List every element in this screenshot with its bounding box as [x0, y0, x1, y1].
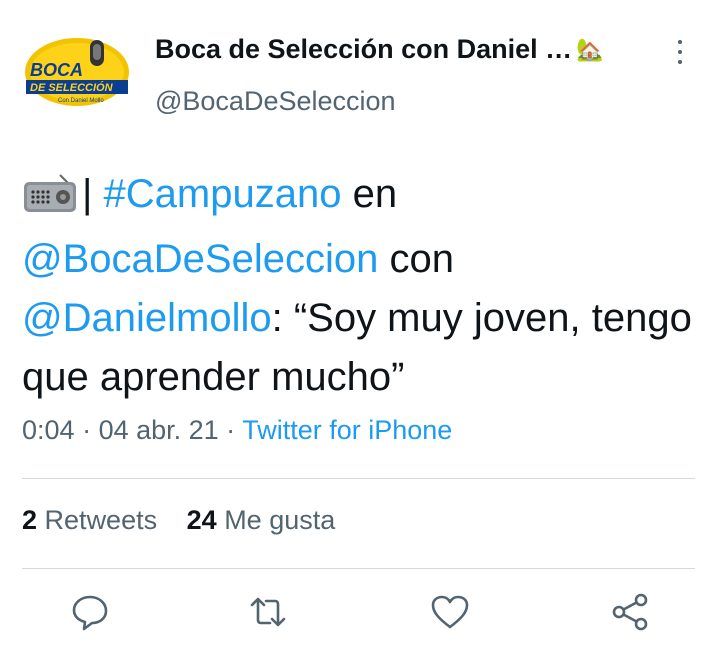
- separator-bar: |: [82, 172, 93, 216]
- share-icon[interactable]: [610, 592, 650, 632]
- display-name[interactable]: Boca de Selección con Daniel … 🏡: [155, 34, 604, 65]
- tweet-stats: 2 Retweets 24 Me gusta: [22, 505, 335, 536]
- tweet-text-1: en: [341, 172, 398, 216]
- retweets-count: 2: [22, 505, 38, 535]
- mention-link-boca[interactable]: @BocaDeSeleccion: [22, 237, 378, 281]
- likes-stat[interactable]: 24 Me gusta: [187, 505, 336, 535]
- likes-label: Me gusta: [224, 505, 336, 535]
- meta-separator: ·: [218, 415, 243, 445]
- mention-link-daniel[interactable]: @Danielmollo: [22, 296, 272, 340]
- action-bar: [0, 592, 719, 642]
- divider: [22, 478, 695, 479]
- tweet-meta: 0:04 · 04 abr. 21 · Twitter for iPhone: [22, 415, 452, 446]
- more-vertical-icon[interactable]: [676, 40, 684, 66]
- meta-separator: ·: [74, 415, 99, 445]
- logo-text-daniel: Con Daniel Mollo: [58, 98, 104, 104]
- retweets-label: Retweets: [44, 505, 158, 535]
- house-emoji-icon: 🏡: [576, 36, 604, 62]
- logo-text-boca: BOCA: [30, 60, 83, 80]
- retweets-stat[interactable]: 2 Retweets: [22, 505, 157, 535]
- hashtag-link[interactable]: #Campuzano: [104, 172, 342, 216]
- display-name-text: Boca de Selección con Daniel …: [155, 34, 573, 64]
- retweet-icon[interactable]: [248, 592, 288, 632]
- tweet-text: | #Campuzano en @BocaDeSeleccion con @Da…: [22, 165, 702, 407]
- avatar[interactable]: BOCA DE SELECCIÓN Con Daniel Mollo: [22, 36, 132, 108]
- tweet-date[interactable]: 04 abr. 21: [99, 415, 219, 445]
- like-icon[interactable]: [430, 592, 470, 632]
- tweet-time[interactable]: 0:04: [22, 415, 75, 445]
- logo-text-seleccion: DE SELECCIÓN: [30, 81, 114, 94]
- tweet-text-2: con: [378, 237, 454, 281]
- boca-logo-icon: BOCA DE SELECCIÓN Con Daniel Mollo: [25, 38, 129, 106]
- tweet-source-link[interactable]: Twitter for iPhone: [242, 415, 452, 445]
- user-handle[interactable]: @BocaDeSeleccion: [155, 86, 396, 117]
- reply-icon[interactable]: [70, 592, 110, 632]
- likes-count: 24: [186, 505, 217, 535]
- divider: [22, 568, 695, 569]
- radio-icon: [22, 171, 78, 230]
